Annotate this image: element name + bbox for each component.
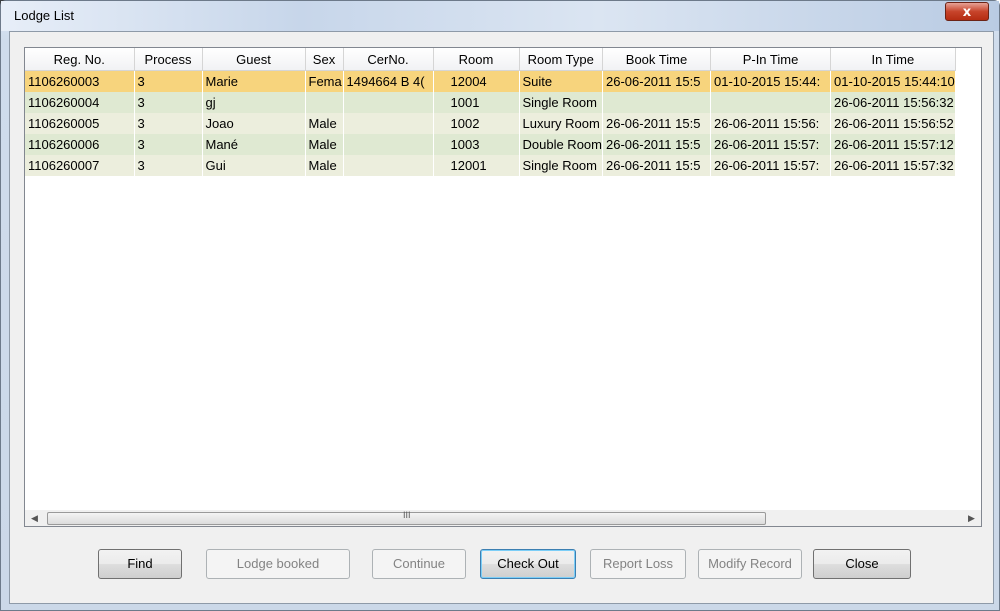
table-cell: Gui — [202, 155, 306, 176]
table-cell: 3 — [134, 92, 203, 113]
table-cell: Luxury Room — [519, 113, 603, 134]
table-cell: Joao — [202, 113, 306, 134]
modify-record-button[interactable]: Modify Record — [698, 549, 802, 579]
column-header[interactable]: Guest — [202, 48, 306, 71]
table-cell: Male — [305, 113, 344, 134]
table-body: 1106260003 3 Marie Fema 1494664 B 4(12004 Sui… — [25, 70, 956, 176]
column-header[interactable]: Room Type — [519, 48, 603, 71]
table-cell: 1494664 B 4( — [343, 70, 434, 92]
table-cell: 26-06-2011 15:5 — [602, 155, 711, 176]
lodge-list-grid[interactable]: Reg. No. Process Guest Sex CerNo. Room Room Ty… — [24, 47, 982, 511]
window-title: Lodge List — [14, 8, 74, 23]
table-cell: 1106260004 — [25, 92, 135, 113]
scrollbar-grip: III — [403, 510, 411, 520]
column-header[interactable]: Book Time — [602, 48, 711, 71]
find-button[interactable]: Find — [98, 549, 182, 579]
table-cell: 26-06-2011 15:57: — [710, 134, 831, 155]
close-window-button[interactable]: x — [945, 2, 989, 21]
table-cell: Suite — [519, 70, 603, 92]
table-cell: Double Room — [519, 134, 603, 155]
chevron-right-icon: ▶ — [968, 513, 975, 523]
column-header[interactable]: CerNo. — [343, 48, 434, 71]
table-cell: 12004 — [433, 70, 520, 92]
table-cell: 01-10-2015 15:44:10 — [830, 70, 956, 92]
table-cell: 3 — [134, 155, 203, 176]
close-button[interactable]: Close — [813, 549, 911, 579]
table-cell: 3 — [134, 113, 203, 134]
table-cell — [602, 92, 711, 113]
table-cell: Single Room — [519, 92, 603, 113]
horizontal-scrollbar[interactable]: ◀ III ▶ — [24, 510, 982, 527]
table-cell: 12001 — [433, 155, 520, 176]
column-header[interactable]: Process — [134, 48, 203, 71]
table-cell: 26-06-2011 15:5 — [602, 70, 711, 92]
column-header[interactable]: Room — [433, 48, 520, 71]
scrollbar-thumb[interactable]: III — [47, 510, 766, 525]
table-cell: 1106260007 — [25, 155, 135, 176]
table-cell — [343, 113, 434, 134]
table-cell: 26-06-2011 15:57: — [710, 155, 831, 176]
table-row[interactable]: 1106260006 3 Mané Male 1003 Double Room 26-06-… — [25, 134, 956, 155]
table-cell: 1106260003 — [25, 70, 135, 92]
table-header: Reg. No. Process Guest Sex CerNo. Room Room Ty… — [25, 48, 956, 71]
continue-button[interactable]: Continue — [372, 549, 466, 579]
table-row[interactable]: 1106260005 3 Joao Male 1002 Luxury Room 26-06-… — [25, 113, 956, 134]
table-cell: 26-06-2011 15:5 — [602, 134, 711, 155]
table-cell: 26-06-2011 15:56:32 — [830, 92, 956, 113]
table-cell — [305, 92, 344, 113]
table-cell: 01-10-2015 15:44: — [710, 70, 831, 92]
lodge-table: Reg. No. Process Guest Sex CerNo. Room Room Ty… — [25, 48, 956, 176]
table-cell — [343, 92, 434, 113]
table-cell: 26-06-2011 15:56: — [710, 113, 831, 134]
table-row[interactable]: 1106260004 3 gj 1001 Single Room 26-06-2011 1… — [25, 92, 956, 113]
table-row[interactable]: 1106260003 3 Marie Fema 1494664 B 4(12004 Sui… — [25, 70, 956, 92]
table-cell: 26-06-2011 15:57:12 — [830, 134, 956, 155]
table-cell: 3 — [134, 70, 203, 92]
table-cell: Male — [305, 155, 344, 176]
lodge-list-window: Lodge List x Reg. No. Process Guest Sex CerN… — [0, 0, 1000, 611]
column-header[interactable]: Reg. No. — [25, 48, 135, 71]
table-cell: Single Room — [519, 155, 603, 176]
column-header[interactable]: Sex — [305, 48, 344, 71]
column-header[interactable]: In Time — [830, 48, 956, 71]
scroll-left-button[interactable]: ◀ — [26, 510, 43, 526]
table-cell: Marie — [202, 70, 306, 92]
dialog-client-area: Reg. No. Process Guest Sex CerNo. Room Room Ty… — [9, 31, 994, 604]
table-cell: 26-06-2011 15:5 — [602, 113, 711, 134]
check-out-button[interactable]: Check Out — [480, 549, 576, 579]
table-cell: 1106260005 — [25, 113, 135, 134]
table-cell — [343, 155, 434, 176]
report-loss-button[interactable]: Report Loss — [590, 549, 686, 579]
table-cell: 3 — [134, 134, 203, 155]
table-cell: 26-06-2011 15:57:32 — [830, 155, 956, 176]
table-cell: 1003 — [433, 134, 520, 155]
chevron-left-icon: ◀ — [31, 513, 38, 523]
close-icon: x — [962, 5, 972, 20]
title-bar[interactable]: Lodge List x — [1, 1, 999, 31]
table-cell — [710, 92, 831, 113]
table-cell: 1106260006 — [25, 134, 135, 155]
table-cell: Fema — [305, 70, 344, 92]
table-cell: 26-06-2011 15:56:52 — [830, 113, 956, 134]
table-row[interactable]: 1106260007 3 Gui Male 12001 Single Room 26-06-… — [25, 155, 956, 176]
table-cell: 1001 — [433, 92, 520, 113]
table-cell: Male — [305, 134, 344, 155]
table-cell: 1002 — [433, 113, 520, 134]
table-cell — [343, 134, 434, 155]
lodge-booked-button[interactable]: Lodge booked — [206, 549, 350, 579]
table-cell: gj — [202, 92, 306, 113]
table-cell: Mané — [202, 134, 306, 155]
scroll-right-button[interactable]: ▶ — [963, 510, 980, 526]
column-header[interactable]: P-In Time — [710, 48, 831, 71]
